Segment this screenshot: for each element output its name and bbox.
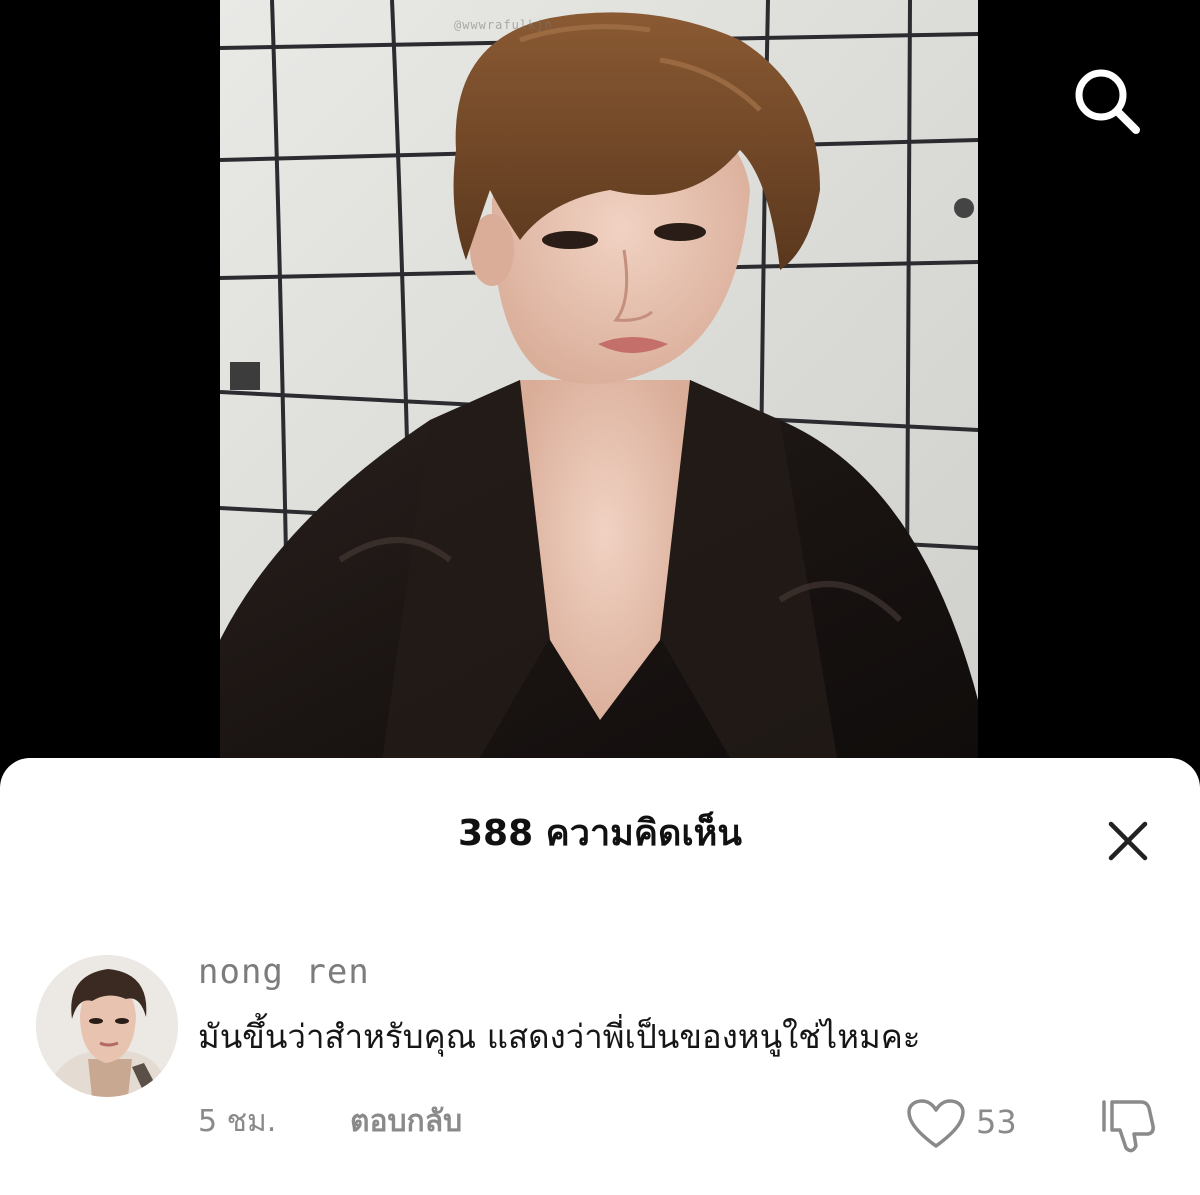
comment-timestamp: 5 ชม. (198, 1104, 277, 1139)
search-icon (1075, 69, 1140, 134)
comments-count-title: 388 ความคิดเห็น (457, 813, 743, 854)
commenter-avatar[interactable] (36, 955, 178, 1097)
dislike-button[interactable] (1098, 1096, 1160, 1158)
search-button[interactable] (1066, 60, 1146, 140)
reply-button[interactable]: ตอบกลับ (350, 1102, 462, 1142)
video-watermark: @wwwrafulkjn (454, 18, 553, 32)
app-screen: @wwwrafulkjn 388 ความคิดเห็น nong ren มั… (0, 0, 1200, 1195)
heart-icon (907, 1099, 965, 1148)
comment-text: มันขึ้นว่าสำหรับคุณ แสดงว่าพี่เป็นของหนู… (198, 1017, 921, 1056)
close-comments-button[interactable] (1103, 816, 1153, 866)
like-count: 53 (976, 1103, 1017, 1141)
video-image (220, 0, 978, 775)
like-button[interactable] (906, 1098, 966, 1150)
close-icon (1108, 821, 1148, 861)
video-area[interactable]: @wwwrafulkjn (0, 0, 1200, 790)
thumbs-down-icon (1102, 1100, 1155, 1153)
comment-username[interactable]: nong ren (198, 950, 370, 994)
video-frame[interactable]: @wwwrafulkjn (220, 0, 978, 775)
avatar-image (36, 955, 178, 1097)
